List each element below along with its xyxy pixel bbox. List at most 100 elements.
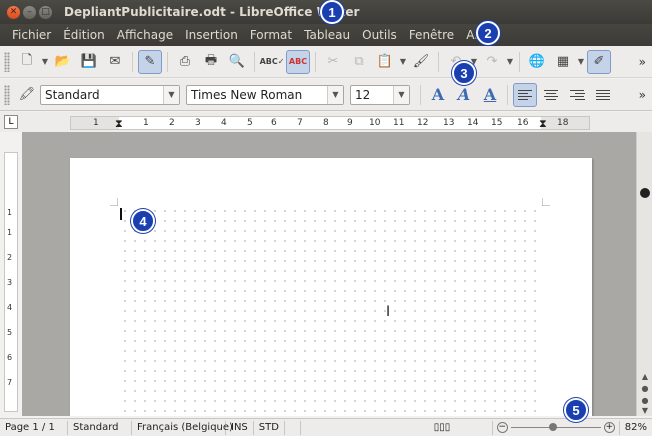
- edit-mode-icon[interactable]: ✎: [138, 49, 162, 74]
- export-pdf-icon[interactable]: ⎙: [173, 50, 197, 74]
- grid-dots: [120, 206, 540, 416]
- menu-insertion[interactable]: Insertion: [179, 28, 244, 42]
- new-document-icon[interactable]: 🗋: [15, 50, 39, 74]
- paste-dropdown-icon[interactable]: ▼: [398, 57, 408, 66]
- redo-icon[interactable]: ↷: [480, 50, 504, 74]
- ruler-tick: 1: [143, 118, 149, 128]
- show-draw-functions-icon[interactable]: ✐: [587, 49, 611, 74]
- ruler-tick: 1: [93, 118, 99, 128]
- hyperlink-icon[interactable]: 🌐: [525, 50, 549, 74]
- toolbar-grip[interactable]: [4, 51, 10, 72]
- align-right-icon[interactable]: [565, 83, 589, 107]
- ruler-tick: 18: [557, 118, 569, 128]
- print-preview-icon[interactable]: 🔍: [225, 50, 249, 74]
- ruler-tick: 12: [417, 118, 429, 128]
- menu-outils[interactable]: Outils: [356, 28, 403, 42]
- menu-fenetre[interactable]: Fenêtre: [403, 28, 460, 42]
- separator: [315, 51, 316, 72]
- paste-icon[interactable]: 📋: [373, 50, 397, 74]
- callout-marker: 3: [452, 61, 476, 85]
- ruler-tick: 8: [323, 118, 329, 128]
- next-page-icon[interactable]: ●: [639, 396, 651, 406]
- zoom-slider[interactable]: − +: [493, 422, 619, 433]
- cut-icon[interactable]: ✂: [321, 50, 345, 74]
- ruler-tick: 6: [271, 118, 277, 128]
- underline-icon[interactable]: A: [478, 84, 502, 106]
- callout-marker: 2: [476, 21, 500, 45]
- separator: [254, 51, 255, 72]
- email-icon[interactable]: ✉: [103, 50, 127, 74]
- toolbar-grip[interactable]: [4, 84, 10, 105]
- styles-formatting-icon[interactable]: 🖍: [15, 83, 39, 107]
- font-size-combo[interactable]: 12 ▼: [350, 84, 410, 105]
- chevron-down-icon[interactable]: ▼: [327, 85, 343, 104]
- language[interactable]: Français (Belgique): [132, 420, 233, 435]
- ruler-tick: 10: [369, 118, 381, 128]
- separator: [438, 51, 439, 72]
- scrollbar-thumb[interactable]: [640, 188, 650, 198]
- vertical-scrollbar[interactable]: ▲ ● ● ▼: [636, 132, 652, 416]
- justify-icon[interactable]: [591, 83, 615, 107]
- page-style[interactable]: Standard: [68, 420, 132, 435]
- menu-tableau[interactable]: Tableau: [298, 28, 356, 42]
- autospellcheck-icon[interactable]: ABC: [286, 49, 310, 74]
- menu-fichier[interactable]: Fichier: [6, 28, 57, 42]
- left-indent-icon[interactable]: ⧗: [115, 117, 123, 131]
- redo-dropdown-icon[interactable]: ▼: [505, 57, 515, 66]
- print-icon[interactable]: 🖶: [199, 50, 223, 74]
- ruler-tick: 1: [7, 208, 13, 217]
- vertical-ruler[interactable]: 1 1 2 3 4 5 6 7: [4, 152, 18, 412]
- separator: [519, 51, 520, 72]
- callout-marker: 1: [320, 0, 344, 24]
- table-dropdown-icon[interactable]: ▼: [576, 57, 586, 66]
- right-indent-icon[interactable]: ⧗: [539, 117, 547, 131]
- spellcheck-icon[interactable]: ABC✓: [260, 50, 285, 74]
- ruler-tick: 2: [169, 118, 175, 128]
- chevron-down-icon[interactable]: ▼: [393, 85, 409, 104]
- zoom-knob[interactable]: [548, 423, 557, 431]
- chevron-down-icon[interactable]: ▼: [163, 85, 179, 104]
- zoom-track[interactable]: [510, 423, 601, 431]
- minimize-window-button[interactable]: –: [23, 5, 36, 19]
- scroll-down-icon[interactable]: ▼: [639, 406, 651, 416]
- separator: [167, 51, 168, 72]
- paragraph-style-combo[interactable]: Standard ▼: [40, 84, 180, 105]
- copy-icon[interactable]: ⧉: [347, 50, 371, 74]
- table-icon[interactable]: ▦: [551, 50, 575, 74]
- italic-icon[interactable]: A: [452, 84, 476, 106]
- clone-formatting-icon[interactable]: 🖌: [409, 50, 433, 74]
- ruler-tick: 5: [247, 118, 253, 128]
- more-tools-icon[interactable]: »: [639, 55, 646, 69]
- document-area[interactable]: I: [22, 132, 636, 416]
- menu-edition[interactable]: Édition: [57, 28, 111, 42]
- scroll-up-icon[interactable]: ▲: [639, 372, 651, 382]
- font-name-combo[interactable]: Times New Roman ▼: [186, 84, 344, 105]
- document-modified-icon: [285, 420, 301, 435]
- ruler-row: L 1 ⧗ 1 2 3 4 5 6 7 8 9 10 11 12 13 14 1…: [0, 112, 652, 132]
- align-center-icon[interactable]: [539, 83, 563, 107]
- menu-format[interactable]: Format: [244, 28, 298, 42]
- previous-page-icon[interactable]: ●: [639, 384, 651, 394]
- selection-mode[interactable]: STD: [254, 420, 285, 435]
- crop-mark-top-right-icon: [542, 198, 550, 206]
- more-tools-icon[interactable]: »: [639, 88, 646, 102]
- tab-stop-selector-icon[interactable]: L: [4, 115, 18, 129]
- zoom-out-icon[interactable]: −: [496, 422, 508, 433]
- horizontal-ruler[interactable]: 1 ⧗ 1 2 3 4 5 6 7 8 9 10 11 12 13 14 15 …: [70, 116, 590, 130]
- maximize-window-button[interactable]: □: [39, 5, 52, 19]
- menu-affichage[interactable]: Affichage: [111, 28, 179, 42]
- align-left-icon[interactable]: [513, 82, 537, 107]
- bold-icon[interactable]: A: [426, 84, 450, 106]
- insert-mode[interactable]: INS: [226, 420, 254, 435]
- new-dropdown-icon[interactable]: ▼: [40, 57, 50, 66]
- zoom-level[interactable]: 82%: [618, 420, 652, 435]
- document-page[interactable]: I: [70, 158, 592, 416]
- paragraph-style-value: Standard: [45, 87, 100, 102]
- page-count[interactable]: Page 1 / 1: [0, 420, 68, 435]
- ruler-tick: 4: [221, 118, 227, 128]
- view-layout-icon[interactable]: ▯▯▯: [429, 420, 493, 435]
- save-icon[interactable]: 💾: [77, 50, 101, 74]
- zoom-in-icon[interactable]: +: [603, 422, 615, 433]
- open-icon[interactable]: 📂: [51, 50, 75, 74]
- close-window-button[interactable]: ✕: [7, 5, 20, 19]
